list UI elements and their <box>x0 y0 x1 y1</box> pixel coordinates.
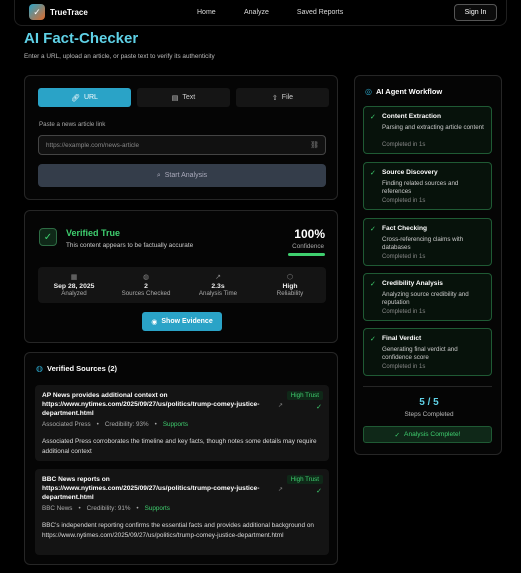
shield-logo-icon: ✓ <box>29 4 45 20</box>
globe-icon: ◍ <box>142 274 150 281</box>
document-icon: ▤ <box>171 94 179 102</box>
url-placeholder: https://example.com/news-article <box>46 141 140 149</box>
check-icon: ✓ <box>39 228 57 246</box>
brand-name: TrueTrace <box>50 7 88 17</box>
trend-icon: ↗ <box>215 274 221 281</box>
workflow-step: ✓ Fact Checking Cross-referencing claims… <box>363 218 492 266</box>
eye-icon: ◉ <box>151 318 158 326</box>
check-circle-icon: ✓ <box>394 431 401 439</box>
trust-badge: High Trust <box>286 391 323 400</box>
top-nav: ✓ TrueTrace Home Analyze Saved Reports S… <box>14 0 507 26</box>
search-icon: ⌕ <box>156 171 161 179</box>
verdict-title: Verified True <box>66 228 121 238</box>
steps-count: 5 / 5 <box>419 397 439 408</box>
source-headline: BBC News reports on https://www.nytimes.… <box>42 476 260 501</box>
check-circle-icon: ✓ <box>370 336 376 343</box>
workflow-step: ✓ Final Verdict Generating final verdict… <box>363 328 492 376</box>
show-evidence-button[interactable]: ◉ Show Evidence <box>142 312 222 331</box>
globe-icon: ◍ <box>36 364 43 373</box>
steps-count-label: Steps Completed <box>404 411 454 418</box>
nav-analyze-link[interactable]: Analyze <box>244 9 269 16</box>
confidence-value: 100% <box>294 227 325 241</box>
check-circle-icon: ✓ <box>370 281 376 288</box>
page-title: AI Fact-Checker <box>24 30 139 47</box>
tab-file[interactable]: ⇧ File <box>236 88 329 107</box>
workflow-panel: ◎ AI Agent Workflow ✓ Content Extraction… <box>354 75 502 455</box>
sources-panel: ◍ Verified Sources (2) AP News provides … <box>24 352 338 565</box>
workflow-step: ✓ Source Discovery Finding related sourc… <box>363 162 492 210</box>
divider <box>363 386 492 387</box>
url-input[interactable]: https://example.com/news-article ⛓ <box>38 135 326 155</box>
verdict-subtitle: This content appears to be factually acc… <box>66 242 194 249</box>
tab-url[interactable]: 🔗︎ URL <box>38 88 131 107</box>
source-card[interactable]: AP News provides additional context on h… <box>35 385 329 461</box>
link-icon: 🔗︎ <box>71 94 80 102</box>
analysis-stats: ▦ Sep 28, 2025 Analyzed ◍ 2 Sources Chec… <box>38 267 326 303</box>
source-headline: AP News provides additional context on h… <box>42 392 260 417</box>
link-icon: ⛓ <box>310 142 319 149</box>
stat-analysis-time: ↗ 2.3s Analysis Time <box>198 274 238 297</box>
sign-in-button[interactable]: Sign In <box>454 4 497 21</box>
cpu-icon: ◎ <box>365 87 372 96</box>
input-panel: 🔗︎ URL ▤ Text ⇧ File Paste a news articl… <box>24 75 338 200</box>
nav-saved-reports-link[interactable]: Saved Reports <box>297 9 343 16</box>
sources-header: ◍ Verified Sources (2) <box>36 364 118 373</box>
start-analysis-button[interactable]: ⌕ Start Analysis <box>38 164 326 187</box>
stat-reliability: ⬡ High Reliability <box>276 274 304 297</box>
confidence-bar <box>288 253 325 256</box>
external-link-icon[interactable]: ↗ <box>278 402 283 409</box>
check-circle-icon: ✓ <box>316 404 322 411</box>
workflow-step: ✓ Content Extraction Parsing and extract… <box>363 106 492 154</box>
stat-analyzed: ▦ Sep 28, 2025 Analyzed <box>53 274 95 297</box>
stat-sources-checked: ◍ 2 Sources Checked <box>121 274 171 297</box>
url-field-label: Paste a news article link <box>39 121 106 128</box>
source-meta: BBC News • Credibility: 91% • Supports <box>42 505 170 512</box>
workflow-header: ◎ AI Agent Workflow <box>365 87 443 96</box>
check-circle-icon: ✓ <box>370 114 376 121</box>
check-circle-icon: ✓ <box>370 226 376 233</box>
shield-icon: ⬡ <box>286 274 294 281</box>
source-description: Associated Press corroborates the timeli… <box>42 438 317 455</box>
input-tabs: 🔗︎ URL ▤ Text ⇧ File <box>38 88 329 107</box>
workflow-step: ✓ Credibility Analysis Analyzing source … <box>363 273 492 321</box>
external-link-icon[interactable]: ↗ <box>278 486 283 493</box>
tab-text[interactable]: ▤ Text <box>137 88 230 107</box>
check-circle-icon: ✓ <box>316 488 322 495</box>
trust-badge: High Trust <box>286 475 323 484</box>
nav-home-link[interactable]: Home <box>197 9 216 16</box>
source-description: BBC's independent reporting confirms the… <box>42 522 314 539</box>
brand-logo[interactable]: ✓ TrueTrace <box>29 4 88 20</box>
confidence-label: Confidence <box>292 243 324 250</box>
analysis-complete-badge: ✓ Analysis Complete! <box>363 426 492 443</box>
result-panel: ✓ Verified True This content appears to … <box>24 210 338 343</box>
page-subtitle: Enter a URL, upload an article, or paste… <box>24 53 215 60</box>
source-card[interactable]: BBC News reports on https://www.nytimes.… <box>35 469 329 555</box>
upload-icon: ⇧ <box>271 94 278 102</box>
calendar-icon: ▦ <box>70 274 78 281</box>
check-circle-icon: ✓ <box>370 170 376 177</box>
source-meta: Associated Press • Credibility: 93% • Supp… <box>42 421 189 428</box>
confidence-bar-fill <box>288 253 325 256</box>
